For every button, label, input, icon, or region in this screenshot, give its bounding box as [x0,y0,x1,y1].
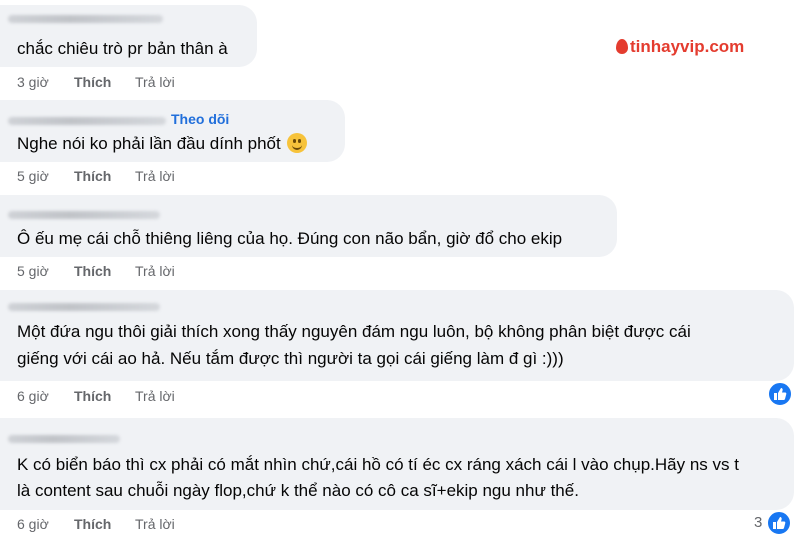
tinhayvip-logo: tinhayvip.com [616,37,744,57]
comment-time[interactable]: 3 giờ [17,74,49,90]
thumbs-up-icon [774,388,787,400]
comment-text: chắc chiêu trò pr bản thân à [17,39,228,58]
reaction-count: 3 [754,514,763,531]
comment-bubble: K có biển báo thì cx phải có mắt nhìn ch… [0,418,794,510]
comment-time[interactable]: 5 giờ [17,263,49,279]
reply-button[interactable]: Trả lời [135,74,175,90]
comment-bubble: chắc chiêu trò pr bản thân à [0,5,257,67]
comment-time[interactable]: 6 giờ [17,516,49,532]
like-reaction-icon[interactable] [767,381,793,407]
comment-bubble: Ô ếu mẹ cái chỗ thiêng liêng của họ. Đún… [0,195,617,257]
comment-text: Ô ếu mẹ cái chỗ thiêng liêng của họ. Đún… [17,229,563,248]
commenter-name-blurred[interactable] [8,435,120,443]
comment-bubble: Một đứa ngu thôi giải thích xong thấy ng… [0,290,794,381]
comment-text-content: Nghe nói ko phải lần đầu dính phốt [17,134,281,153]
commenter-name-blurred[interactable] [8,15,163,23]
comment-time[interactable]: 6 giờ [17,388,49,404]
commenter-name-blurred[interactable] [8,303,160,311]
comment-text-line: K có biển báo thì cx phải có mắt nhìn ch… [17,455,739,474]
like-button[interactable]: Thích [74,388,111,404]
smiley-emoji-icon [286,133,307,153]
follow-link[interactable]: Theo dõi [171,111,229,127]
commenter-name-blurred[interactable] [8,211,160,219]
flame-icon [616,39,628,54]
commenter-name-blurred[interactable] [8,117,166,125]
like-reaction-icon[interactable] [766,510,792,536]
like-button[interactable]: Thích [74,74,111,90]
comment-bubble: Theo dõi Nghe nói ko phải lần đầu dính p… [0,100,345,162]
comment-text-line: Một đứa ngu thôi giải thích xong thấy ng… [17,322,691,341]
thumbs-up-icon [773,517,786,529]
reply-button[interactable]: Trả lời [135,388,175,404]
comment-time[interactable]: 5 giờ [17,168,49,184]
reply-button[interactable]: Trả lời [135,168,175,184]
like-button[interactable]: Thích [74,168,111,184]
like-button[interactable]: Thích [74,263,111,279]
comment-text: Nghe nói ko phải lần đầu dính phốt [17,130,307,158]
comment-text-line: là content sau chuỗi ngày flop,chứ k thể… [17,481,579,500]
reply-button[interactable]: Trả lời [135,263,175,279]
like-button[interactable]: Thích [74,516,111,532]
reply-button[interactable]: Trả lời [135,516,175,532]
comment-text-line: giếng với cái ao hả. Nếu tắm được thì ng… [17,349,564,368]
